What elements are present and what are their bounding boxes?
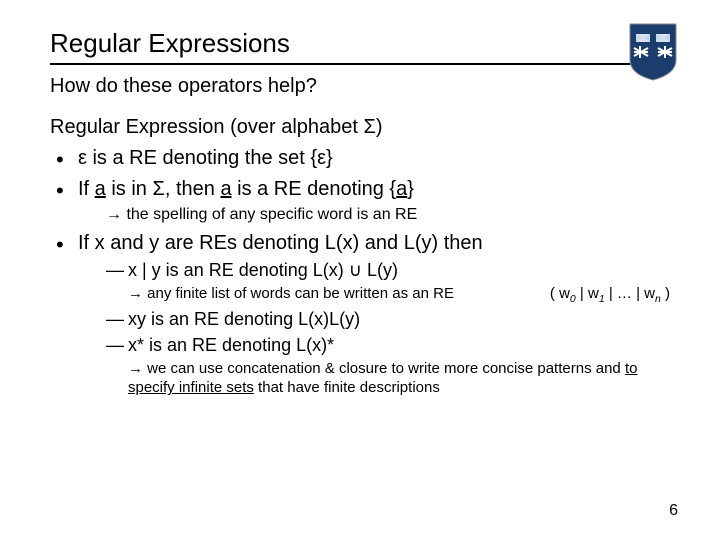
- bullet-xy: If x and y are REs denoting L(x) and L(y…: [50, 230, 670, 398]
- slide: Regular Expressions How do these operato…: [0, 0, 720, 540]
- text: ): [661, 285, 670, 302]
- bullet-symbol: If a is in Σ, then a is a RE denoting {a…: [50, 176, 670, 226]
- dash-list: x | y is an RE denoting L(x) ∪ L(y): [106, 259, 670, 282]
- dash-concat: xy is an RE denoting L(x)L(y): [106, 308, 670, 331]
- note-finite-row: any finite list of words can be written …: [128, 284, 670, 306]
- slide-subtitle: How do these operators help?: [50, 75, 670, 98]
- page-number: 6: [669, 502, 678, 520]
- title-divider: [50, 63, 670, 65]
- underline-a: a: [95, 178, 106, 200]
- underline-a: a: [220, 178, 231, 200]
- dash-union: x | y is an RE denoting L(x) ∪ L(y): [106, 259, 670, 282]
- dash-list: xy is an RE denoting L(x)L(y) x* is an R…: [106, 308, 670, 357]
- note-spelling: the spelling of any specific word is an …: [106, 204, 670, 226]
- text: that have finite descriptions: [254, 379, 440, 396]
- dash-star: x* is an RE denoting L(x)*: [106, 334, 670, 357]
- text: ( w: [550, 285, 570, 302]
- text: }: [407, 178, 414, 200]
- main-list: ε is a RE denoting the set {ε} If a is i…: [50, 145, 670, 398]
- example-words: ( w0 | w1 | … | wn ): [530, 284, 670, 306]
- text: we can use concatenation & closure to wr…: [147, 360, 625, 377]
- shield-logo-icon: [628, 22, 678, 82]
- text: | … | w: [605, 285, 655, 302]
- text: | w: [576, 285, 599, 302]
- text: is a RE denoting {: [232, 178, 397, 200]
- note-finite: any finite list of words can be written …: [128, 284, 454, 304]
- slide-title: Regular Expressions: [50, 28, 670, 59]
- note-concise: we can use concatenation & closure to wr…: [128, 359, 670, 398]
- section-heading: Regular Expression (over alphabet Σ): [50, 116, 670, 139]
- underline-a: a: [396, 178, 407, 200]
- text: If x and y are REs denoting L(x) and L(y…: [78, 232, 483, 254]
- text: is in Σ, then: [106, 178, 221, 200]
- bullet-epsilon: ε is a RE denoting the set {ε}: [50, 145, 670, 172]
- text: If: [78, 178, 95, 200]
